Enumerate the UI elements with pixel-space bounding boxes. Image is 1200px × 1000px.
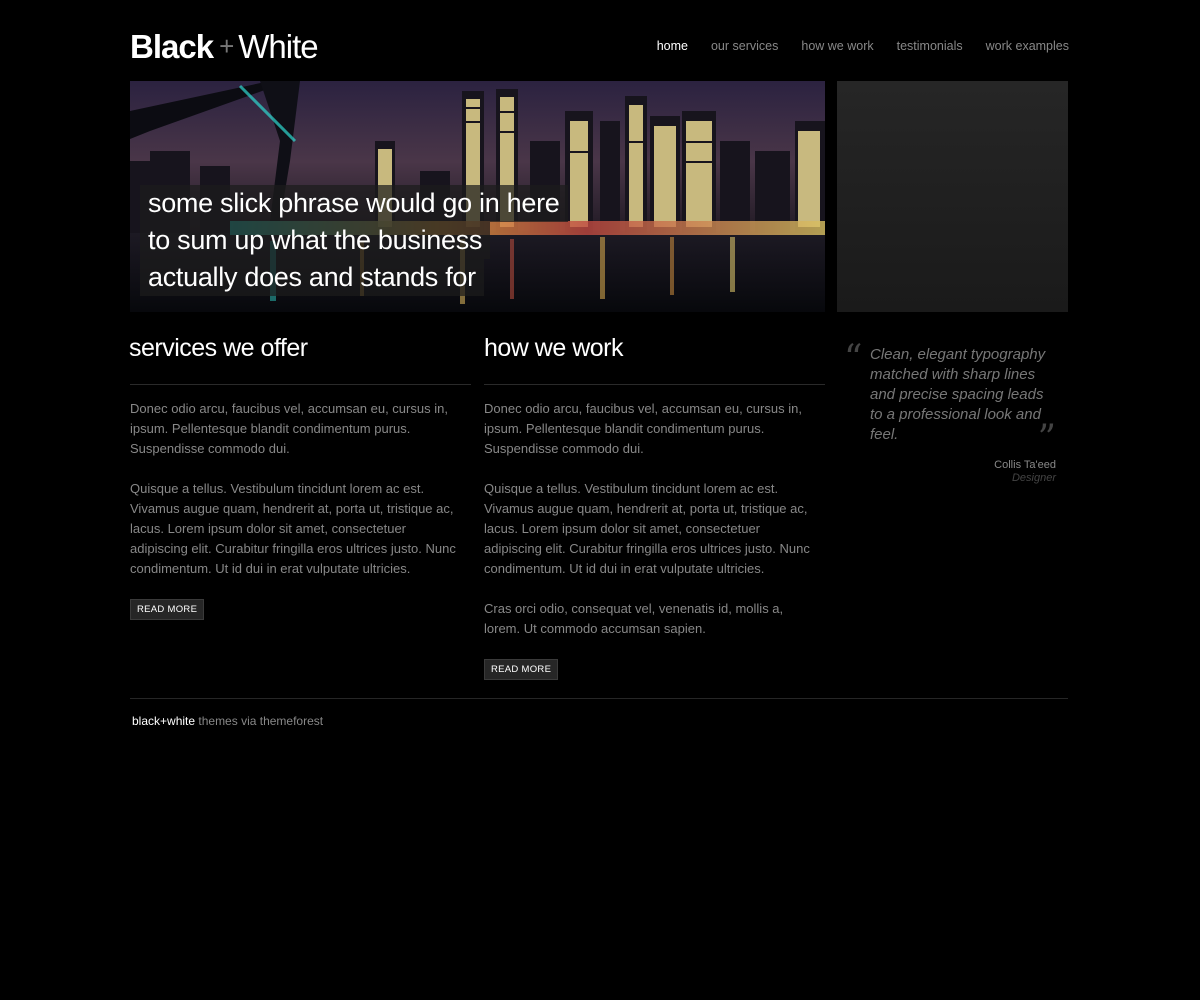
services-section: services we offer Donec odio arcu, fauci… bbox=[129, 334, 471, 620]
hero-slogan: some slick phrase would go in here to su… bbox=[140, 185, 568, 296]
close-quote-icon: ” bbox=[1037, 418, 1056, 459]
site-logo[interactable]: Black + White bbox=[130, 28, 319, 66]
how-we-work-paragraph: Donec odio arcu, faucibus vel, accumsan … bbox=[484, 401, 802, 456]
services-paragraph: Quisque a tellus. Vestibulum tincidunt l… bbox=[130, 481, 456, 576]
hero-slogan-line: actually does and stands for bbox=[140, 259, 484, 296]
section-divider bbox=[484, 384, 825, 385]
services-title: services we offer bbox=[129, 334, 308, 362]
testimonial-text: Clean, elegant typography matched with s… bbox=[870, 346, 1046, 443]
footer-divider bbox=[130, 698, 1068, 699]
hero-banner: some slick phrase would go in here to su… bbox=[130, 81, 825, 312]
hero-slogan-line: to sum up what the business bbox=[140, 222, 491, 259]
side-banner-panel bbox=[837, 81, 1068, 312]
section-divider bbox=[130, 384, 471, 385]
logo-word-black: Black bbox=[130, 28, 214, 65]
hero-slogan-line: some slick phrase would go in here bbox=[140, 185, 568, 222]
how-we-work-section: how we work Donec odio arcu, faucibus ve… bbox=[484, 334, 825, 680]
nav-testimonials[interactable]: testimonials bbox=[897, 39, 963, 53]
services-read-more-button[interactable]: READ MORE bbox=[130, 599, 205, 620]
footer-text: themes via themeforest bbox=[195, 714, 324, 728]
how-we-work-paragraph: Cras orci odio, consequat vel, venenatis… bbox=[484, 601, 784, 636]
how-we-work-paragraph: Quisque a tellus. Vestibulum tincidunt l… bbox=[484, 481, 810, 576]
footer: black+white themes via themeforest bbox=[132, 714, 323, 728]
open-quote-icon: “ bbox=[844, 338, 863, 379]
nav-home[interactable]: home bbox=[657, 39, 688, 53]
testimonial-author: Collis Ta'eed bbox=[994, 459, 1056, 471]
logo-word-white: White bbox=[238, 28, 318, 65]
nav-our-services[interactable]: our services bbox=[711, 39, 778, 53]
footer-brand-link[interactable]: black+white bbox=[132, 714, 195, 728]
how-we-work-read-more-button[interactable]: READ MORE bbox=[484, 659, 559, 680]
logo-plus: + bbox=[219, 31, 235, 61]
services-paragraph: Donec odio arcu, faucibus vel, accumsan … bbox=[130, 401, 448, 456]
testimonial: “ Clean, elegant typography matched with… bbox=[844, 341, 1056, 485]
nav-how-we-work[interactable]: how we work bbox=[801, 39, 873, 53]
testimonial-role: Designer bbox=[1011, 472, 1056, 484]
how-we-work-title: how we work bbox=[484, 334, 624, 362]
nav-work-examples[interactable]: work examples bbox=[986, 39, 1069, 53]
main-nav: home our services how we work testimonia… bbox=[657, 39, 1069, 53]
